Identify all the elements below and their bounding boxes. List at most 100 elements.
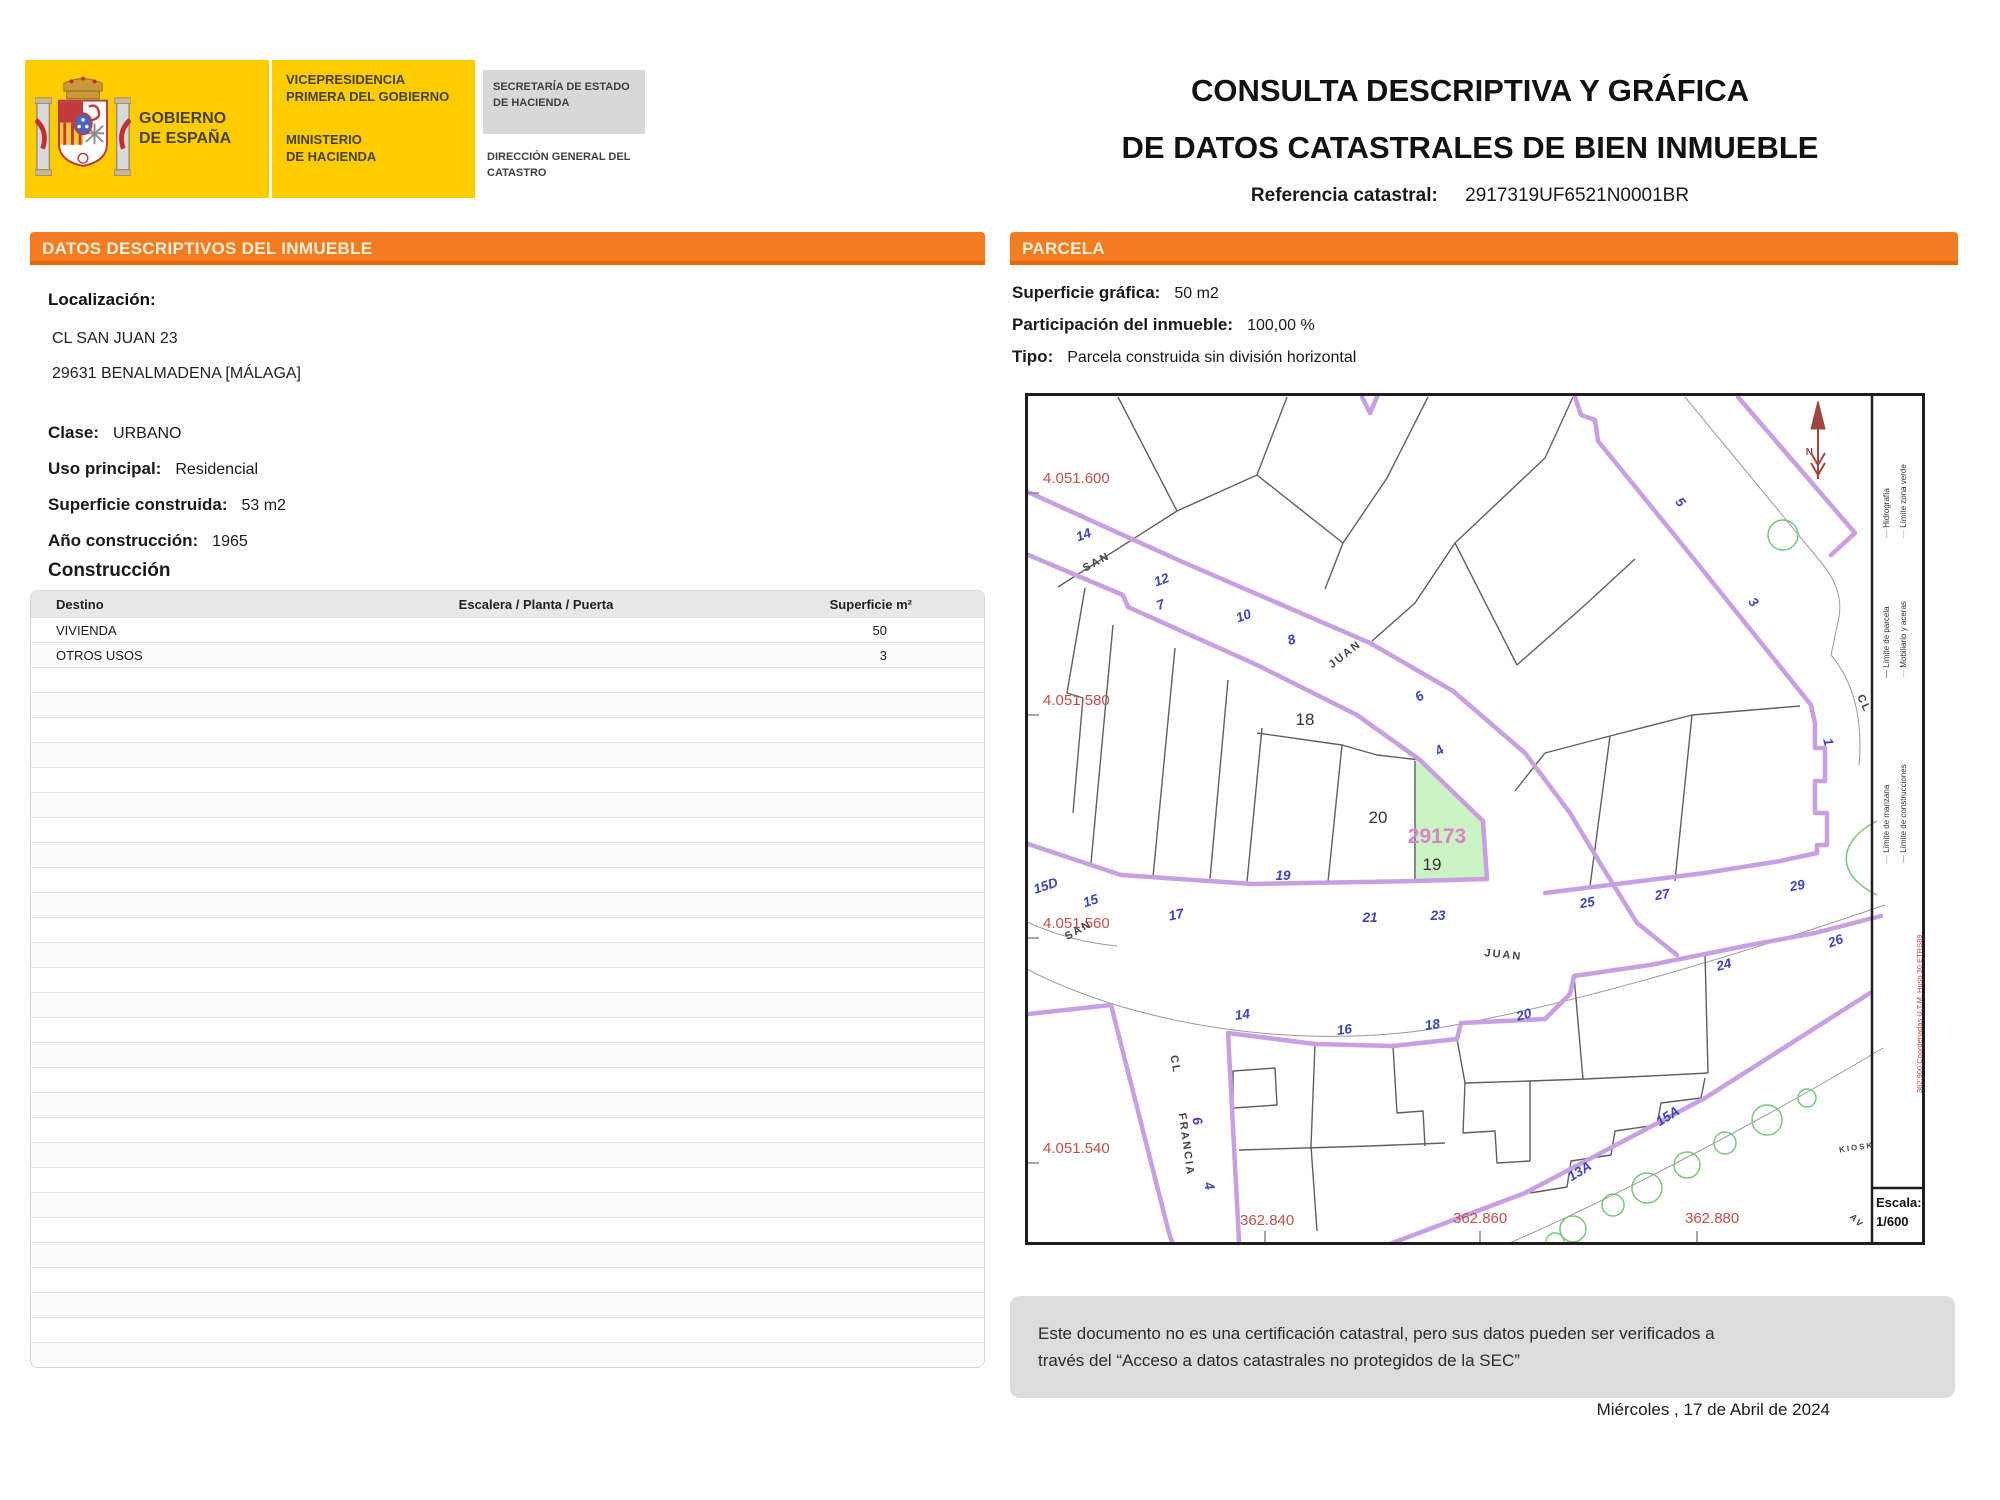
document-title: CONSULTA DESCRIPTIVA Y GRÁFICA DE DATOS … xyxy=(1040,62,1900,207)
disclaimer-line-1: Este documento no es una certificación c… xyxy=(1038,1320,1927,1347)
table-row xyxy=(31,942,984,967)
table-row xyxy=(31,1317,984,1342)
parcel-number-label: 19 xyxy=(1423,855,1442,874)
field-label: Clase: xyxy=(48,423,99,442)
field-row: Superficie gráfica: 50 m2 xyxy=(1012,283,1356,303)
table-row xyxy=(31,1092,984,1117)
table-row xyxy=(31,1167,984,1192)
address-line-2: 29631 BENALMADENA [MÁLAGA] xyxy=(52,365,301,383)
house-number-label: 29 xyxy=(1788,877,1807,895)
title-line-2: DE DATOS CATASTRALES DE BIEN INMUEBLE xyxy=(1040,119,1900,176)
utm-coordinate-label: 362.860 xyxy=(1453,1210,1507,1227)
table-row xyxy=(31,867,984,892)
table-row: VIVIENDA 50 xyxy=(31,617,984,642)
house-number-label: 16 xyxy=(1336,1021,1353,1038)
cadastral-reference: Referencia catastral: 2917319UF6521N0001… xyxy=(1040,185,1900,207)
field-row: Superficie construida:53 m2 xyxy=(48,495,948,515)
field-label: Participación del inmueble: xyxy=(1012,315,1233,334)
house-number-label: 23 xyxy=(1429,908,1446,923)
house-number-label: 4 xyxy=(1431,742,1447,759)
table-header-cell: Superficie m² xyxy=(701,597,984,612)
legend-item: — Límite zona verde xyxy=(1899,464,1908,538)
table-row xyxy=(31,1017,984,1042)
legend-item: — Mobiliario y aceras xyxy=(1899,601,1908,678)
house-number-label: 14 xyxy=(1074,525,1094,544)
table-row xyxy=(31,1117,984,1142)
field-value: Residencial xyxy=(175,461,258,478)
field-row: Uso principal:Residencial xyxy=(48,459,948,479)
house-number-label: 14 xyxy=(1234,1006,1251,1023)
table-row xyxy=(31,667,984,692)
table-row xyxy=(31,917,984,942)
house-number-label: 4 xyxy=(1201,1179,1218,1192)
localizacion-label: Localización: xyxy=(48,290,156,310)
table-cell: VIVIENDA xyxy=(31,623,371,638)
cadastral-document-page: GOBIERNO DE ESPAÑA VICEPRESIDENCIA PRIME… xyxy=(0,0,2000,1500)
table-header-cell: Destino xyxy=(31,597,371,612)
construccion-title: Construcción xyxy=(48,560,170,582)
house-number-label: 7 xyxy=(1154,596,1168,613)
government-logo-block: GOBIERNO DE ESPAÑA VICEPRESIDENCIA PRIME… xyxy=(25,60,475,198)
house-number-label: 1 xyxy=(1820,736,1836,747)
table-row xyxy=(31,1267,984,1292)
house-number-label: 27 xyxy=(1653,886,1673,904)
map-geometry xyxy=(1025,397,1885,1245)
table-header-row: DestinoEscalera / Planta / PuertaSuperfi… xyxy=(31,591,984,617)
utm-coordinate-label: 4.051.540 xyxy=(1043,1140,1110,1157)
field-value: 50 m2 xyxy=(1174,285,1218,302)
street-name-label: SAN xyxy=(1081,550,1112,574)
field-label: Tipo: xyxy=(1012,347,1053,366)
disclaimer-line-2: través del “Acceso a datos catastrales n… xyxy=(1038,1347,1927,1374)
table-row xyxy=(31,717,984,742)
house-number-label: 8 xyxy=(1285,631,1298,648)
table-row xyxy=(31,1067,984,1092)
house-number-label: 19 xyxy=(1275,868,1291,883)
scale-label: Escala: xyxy=(1876,1195,1922,1210)
table-row xyxy=(31,1042,984,1067)
field-value: 100,00 % xyxy=(1247,317,1315,334)
house-number-label: 5 xyxy=(1672,494,1689,510)
house-number-label: 17 xyxy=(1167,905,1186,923)
table-cell: 50 xyxy=(701,623,984,638)
house-number-label: 6 xyxy=(1412,688,1427,705)
table-cell: 3 xyxy=(701,648,984,663)
street-name-label: AV xyxy=(1848,1212,1866,1230)
table-header-cell: Escalera / Planta / Puerta xyxy=(371,597,701,612)
table-row xyxy=(31,842,984,867)
house-number-label: 6 xyxy=(1189,1115,1206,1127)
table-row xyxy=(31,1342,984,1367)
street-name-label: CL xyxy=(1167,1054,1182,1074)
north-arrow-icon xyxy=(1811,401,1825,479)
table-row xyxy=(31,817,984,842)
utm-legend-note: 362.900 Coordenadas U.T.M. Huso 30 ETRS8… xyxy=(1915,935,1924,1093)
gobierno-espana-label: GOBIERNO DE ESPAÑA xyxy=(139,109,231,149)
house-number-label: 18 xyxy=(1424,1016,1441,1033)
utm-coordinate-label: 362.880 xyxy=(1685,1210,1739,1227)
legend-item: — Límite de manzana xyxy=(1882,784,1891,863)
construccion-table: DestinoEscalera / Planta / PuertaSuperfi… xyxy=(30,590,985,1368)
gobierno-espana-cell: GOBIERNO DE ESPAÑA xyxy=(25,60,272,198)
reference-value: 2917319UF6521N0001BR xyxy=(1465,185,1689,206)
street-name-label: JUAN xyxy=(1327,638,1364,671)
disclaimer-box: Este documento no es una certificación c… xyxy=(1010,1296,1955,1398)
secretaria-estado-label: SECRETARÍA DE ESTADO DE HACIENDA xyxy=(483,70,645,134)
utm-coordinate-label: 4.051.580 xyxy=(1043,692,1110,709)
house-number-label: 24 xyxy=(1714,955,1734,974)
house-number-label: 25 xyxy=(1578,894,1597,912)
house-number-label: 12 xyxy=(1152,570,1172,589)
north-letter: N xyxy=(1806,447,1813,458)
table-row: OTROS USOS3 xyxy=(31,642,984,667)
document-date: Miércoles , 17 de Abril de 2024 xyxy=(1597,1400,1830,1420)
table-row xyxy=(31,1292,984,1317)
street-name-label: KIOSK xyxy=(1839,1141,1875,1155)
table-row xyxy=(31,1142,984,1167)
field-label: Superficie gráfica: xyxy=(1012,283,1160,302)
reference-label: Referencia catastral: xyxy=(1251,185,1438,206)
street-name-label: JUAN xyxy=(1484,947,1523,963)
spain-coat-of-arms-icon xyxy=(35,73,131,185)
house-number-label: 13A xyxy=(1565,1158,1594,1184)
parcela-header: PARCELA xyxy=(1010,232,1958,265)
table-row xyxy=(31,692,984,717)
cadastral-map[interactable]: 4.051.6004.051.5804.051.5604.051.540362.… xyxy=(1025,393,1925,1245)
table-row xyxy=(31,1242,984,1267)
